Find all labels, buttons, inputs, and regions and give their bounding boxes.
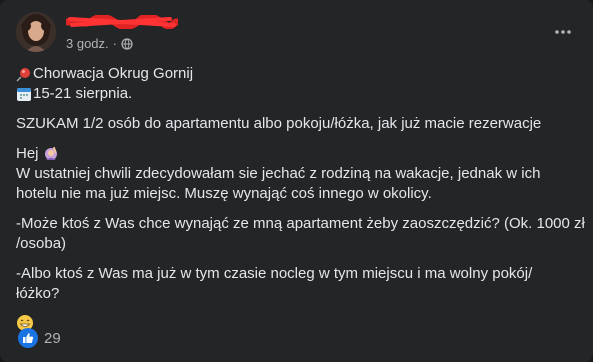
- avatar-image: [16, 12, 56, 52]
- question-2-line-1: -Albo ktoś z Was ma już w tym czasie noc…: [16, 265, 533, 282]
- meta-separator: ·: [112, 36, 117, 51]
- dates-text: 15-21 sierpnia.: [33, 85, 133, 102]
- question-2: -Albo ktoś z Was ma już w tym czasie noc…: [16, 264, 579, 304]
- avatar[interactable]: [16, 12, 56, 52]
- question-1: -Może ktoś z Was chce wynająć ze mną apa…: [16, 214, 585, 254]
- seeking-line: SZUKAM 1/2 osób do apartamentu albo poko…: [16, 114, 579, 134]
- location-text: Chorwacja Okrug Gornij: [33, 65, 194, 82]
- dates-line: 15-21 sierpnia.: [16, 84, 579, 104]
- more-options-button[interactable]: [551, 20, 575, 44]
- reaction-count[interactable]: 29: [44, 330, 61, 347]
- seeking-text: SZUKAM 1/2 osób do apartamentu albo poko…: [16, 115, 542, 132]
- story-line-2: hotelu nie ma już miejsc. Muszę wynająć …: [16, 185, 432, 202]
- greeting-line: Hej: [16, 144, 579, 164]
- post-header: 3 godz. ·: [16, 12, 577, 56]
- post-time[interactable]: 3 godz.: [66, 36, 109, 51]
- story-paragraph: Hej W ustatniej chwili zdecydowałam sie …: [16, 144, 579, 204]
- closing-emoji-row: [16, 314, 579, 336]
- question-2-line-2: łóżko?: [16, 285, 60, 302]
- question-1-line-1: -Może ktoś z Was chce wynająć ze mną apa…: [16, 215, 585, 232]
- story-line-1: W ustatniej chwili zdecydowałam sie jech…: [16, 165, 541, 182]
- author-name-wrap[interactable]: [66, 14, 186, 32]
- person-raising-hand-icon: [44, 147, 57, 160]
- redaction-scribble: [66, 15, 178, 29]
- like-icon: [18, 328, 38, 348]
- post-body: Chorwacja Okrug Gornij 15-21 sierpnia. S…: [16, 64, 585, 336]
- post-card: 3 godz. · Chorwacja Okrug Gornij 15-21 s…: [0, 0, 593, 362]
- post-meta: 3 godz. ·: [66, 36, 133, 51]
- more-options-icon: [555, 30, 571, 34]
- location-line: Chorwacja Okrug Gornij: [16, 64, 579, 84]
- greeting-text: Hej: [16, 145, 39, 162]
- globe-icon[interactable]: [121, 37, 133, 50]
- reactions-bar[interactable]: 29: [18, 328, 61, 348]
- round-pushpin-icon: [16, 68, 30, 82]
- calendar-icon: [17, 88, 31, 101]
- question-1-line-2: /osoba): [16, 235, 67, 252]
